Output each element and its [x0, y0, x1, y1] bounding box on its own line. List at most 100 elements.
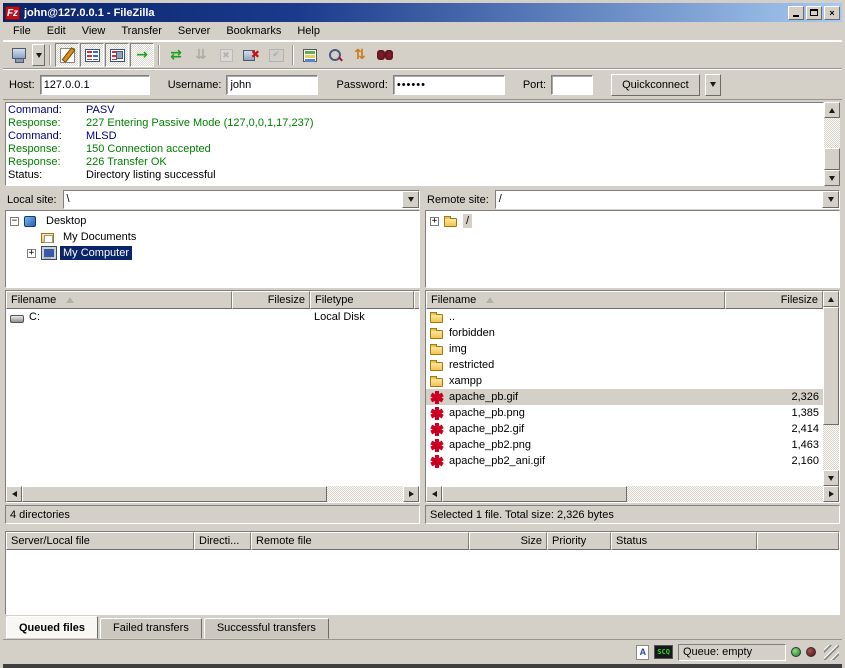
- file-row-c[interactable]: C:Local Disk: [6, 309, 419, 325]
- scroll-right-button[interactable]: [823, 486, 839, 502]
- scroll-track[interactable]: [823, 425, 839, 470]
- toggle-queue-button[interactable]: →: [130, 43, 154, 67]
- site-manager-button-dropdown[interactable]: [32, 44, 45, 66]
- queue-column-status[interactable]: Status: [611, 532, 757, 550]
- close-button[interactable]: ×: [824, 6, 840, 20]
- site-tree-row: Local site: \ −DesktopMy Documents+My Co…: [3, 189, 842, 288]
- cancel-operation-button[interactable]: ✖: [214, 43, 238, 67]
- file-row-img[interactable]: img: [426, 341, 823, 357]
- find-files-button[interactable]: [373, 43, 397, 67]
- file-row-forbidden[interactable]: forbidden: [426, 325, 823, 341]
- host-input[interactable]: [40, 75, 150, 95]
- refresh-button[interactable]: ⇄: [164, 43, 188, 67]
- tree-item-desktop[interactable]: −Desktop: [6, 213, 419, 229]
- quickconnect-button[interactable]: Quickconnect: [611, 74, 700, 96]
- tree-item-my-documents[interactable]: My Documents: [6, 229, 419, 245]
- scroll-thumb[interactable]: [823, 307, 839, 425]
- menu-help[interactable]: Help: [289, 23, 328, 40]
- disconnect-button[interactable]: [239, 43, 263, 67]
- scroll-down-button[interactable]: [823, 470, 839, 486]
- scroll-thumb[interactable]: [442, 486, 627, 502]
- scroll-thumb[interactable]: [22, 486, 327, 502]
- menu-view[interactable]: View: [74, 23, 114, 40]
- queue-column-directi[interactable]: Directi...: [194, 532, 251, 550]
- column-header-filesize[interactable]: Filesize: [232, 291, 310, 309]
- scroll-left-button[interactable]: [6, 486, 22, 502]
- tab-queued-files[interactable]: Queued files: [6, 616, 98, 639]
- queue-body[interactable]: [6, 550, 839, 614]
- process-queue-button[interactable]: ⇊: [189, 43, 213, 67]
- expander-icon[interactable]: +: [27, 249, 36, 258]
- password-input[interactable]: [393, 75, 505, 95]
- local-site-dropdown-button[interactable]: [402, 191, 419, 208]
- transfer-queue-panel: Server/Local fileDirecti...Remote fileSi…: [5, 531, 840, 615]
- remote-list-hscrollbar[interactable]: [426, 486, 839, 502]
- queue-status-panel: Queue: empty: [678, 644, 786, 661]
- remote-list-body: ..forbiddenimgrestrictedxamppapache_pb.g…: [426, 309, 823, 486]
- tree-item-item[interactable]: +/: [426, 213, 839, 229]
- menu-server[interactable]: Server: [170, 23, 218, 40]
- message-log-scrollbar[interactable]: [824, 102, 840, 186]
- filesize-cell: [232, 309, 310, 325]
- tab-successful-transfers[interactable]: Successful transfers: [204, 618, 329, 639]
- file-row-item[interactable]: ..: [426, 309, 823, 325]
- file-row-apache-pb-png[interactable]: apache_pb.png1,385: [426, 405, 823, 421]
- scroll-thumb[interactable]: [824, 148, 840, 170]
- remote-site-dropdown-button[interactable]: [822, 191, 839, 208]
- scroll-track[interactable]: [327, 486, 403, 502]
- scroll-up-button[interactable]: [824, 102, 840, 118]
- scroll-left-button[interactable]: [426, 486, 442, 502]
- scroll-track[interactable]: [824, 118, 840, 148]
- menu-bookmarks[interactable]: Bookmarks: [218, 23, 289, 40]
- toggle-message-log-button[interactable]: [55, 43, 79, 67]
- file-row-xampp[interactable]: xampp: [426, 373, 823, 389]
- synchronized-browsing-button[interactable]: ⇅: [348, 43, 372, 67]
- tree-item-label: /: [463, 214, 472, 228]
- port-input[interactable]: [551, 75, 593, 95]
- queue-column-server-local-file[interactable]: Server/Local file: [6, 532, 194, 550]
- tree-item-my-computer[interactable]: +My Computer: [6, 245, 419, 261]
- column-header-filesize[interactable]: Filesize: [725, 291, 823, 309]
- username-input[interactable]: [226, 75, 318, 95]
- expander-icon[interactable]: −: [10, 217, 19, 226]
- scroll-track[interactable]: [627, 486, 823, 502]
- local-site-combobox[interactable]: \: [63, 190, 420, 209]
- reconnect-button[interactable]: ✔: [264, 43, 288, 67]
- maximize-button[interactable]: [806, 6, 822, 20]
- remote-list-vscrollbar[interactable]: [823, 291, 839, 486]
- column-header-filename[interactable]: Filename: [6, 291, 232, 309]
- local-list-hscrollbar[interactable]: [6, 486, 419, 502]
- toggle-remote-tree-button[interactable]: [105, 43, 129, 67]
- file-row-restricted[interactable]: restricted: [426, 357, 823, 373]
- file-row-apache-pb2-gif[interactable]: apache_pb2.gif2,414: [426, 421, 823, 437]
- queue-column-remote-file[interactable]: Remote file: [251, 532, 469, 550]
- scroll-right-button[interactable]: [403, 486, 419, 502]
- expander-icon[interactable]: +: [430, 217, 439, 226]
- transfer-type-indicator-icon[interactable]: A: [636, 645, 649, 660]
- resize-grip[interactable]: [824, 645, 839, 660]
- compare-directories-button[interactable]: [323, 43, 347, 67]
- queue-column-size[interactable]: Size: [469, 532, 547, 550]
- menu-transfer[interactable]: Transfer: [113, 23, 170, 40]
- remote-site-combobox[interactable]: /: [495, 190, 840, 209]
- file-row-apache-pb-gif[interactable]: apache_pb.gif2,326: [426, 389, 823, 405]
- file-row-apache-pb2-ani-gif[interactable]: apache_pb2_ani.gif2,160: [426, 453, 823, 469]
- local-directory-tree: −DesktopMy Documents+My Computer: [5, 210, 420, 288]
- site-manager-button[interactable]: [7, 43, 31, 67]
- filetype-cell: Local Disk: [310, 309, 414, 325]
- menu-edit[interactable]: Edit: [39, 23, 74, 40]
- scroll-up-button[interactable]: [823, 291, 839, 307]
- directory-filter-button[interactable]: [298, 43, 322, 67]
- menu-file[interactable]: File: [5, 23, 39, 40]
- minimize-button[interactable]: [788, 6, 804, 20]
- column-header-filetype[interactable]: Filetype: [310, 291, 414, 309]
- toggle-local-tree-button[interactable]: [80, 43, 104, 67]
- scroll-down-button[interactable]: [824, 170, 840, 186]
- column-header-l[interactable]: L: [414, 291, 419, 309]
- tab-failed-transfers[interactable]: Failed transfers: [100, 618, 202, 639]
- indicator-badge-icon[interactable]: SCQ: [654, 645, 673, 659]
- queue-column-priority[interactable]: Priority: [547, 532, 611, 550]
- quickconnect-dropdown[interactable]: [705, 74, 721, 96]
- column-header-filename[interactable]: Filename: [426, 291, 725, 309]
- file-row-apache-pb2-png[interactable]: apache_pb2.png1,463: [426, 437, 823, 453]
